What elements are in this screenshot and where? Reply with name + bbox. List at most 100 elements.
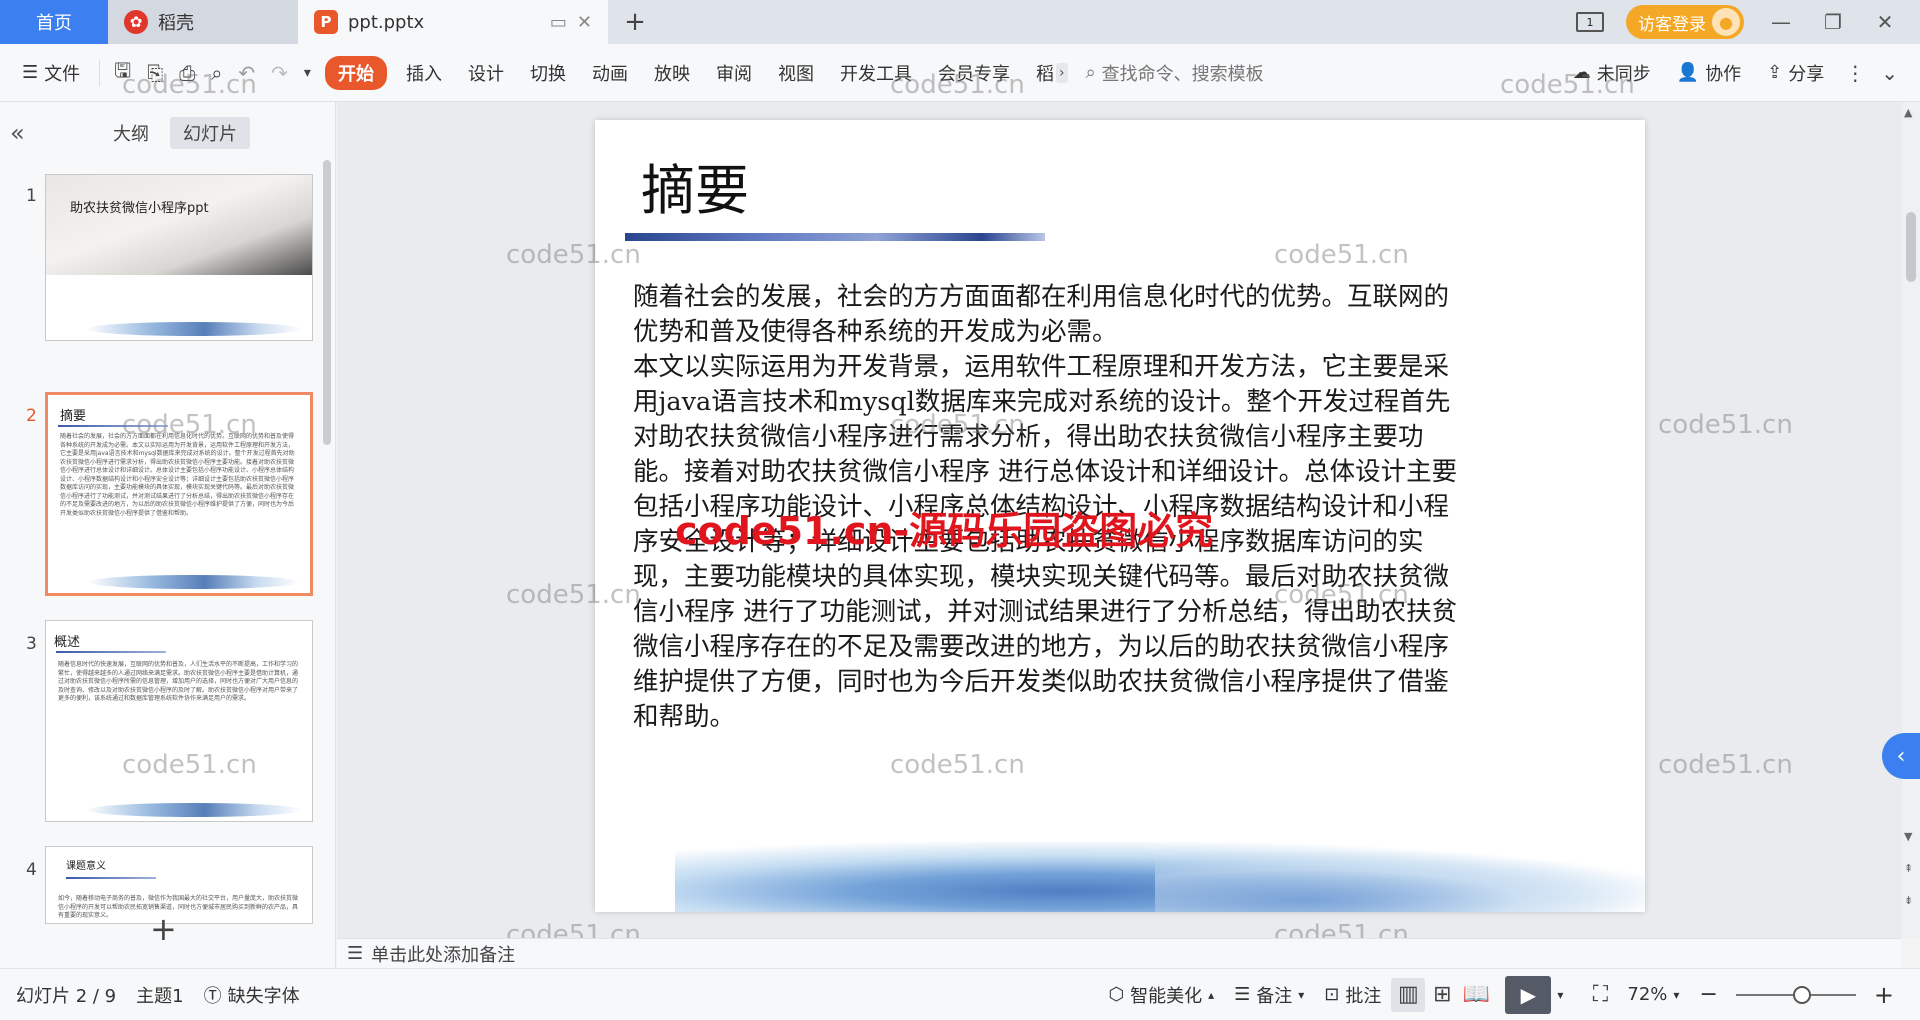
expand-side-panel-icon[interactable]: ‹ <box>1882 733 1920 779</box>
window-layout-icon[interactable]: 1 <box>1576 12 1604 32</box>
share-label: 分享 <box>1788 63 1825 85</box>
notes-toggle-label: 备注 <box>1256 985 1293 1007</box>
thumbnail-body-text: 随着信息时代的快速发展，互联网的优势和普及，人们生活水平的不断提高，工作和学习的… <box>58 661 299 702</box>
close-window-icon[interactable]: ✕ <box>1870 10 1900 34</box>
docer-icon: ✿ <box>124 10 148 34</box>
tab-docer-label: 稻壳 <box>158 13 194 34</box>
scrollbar-thumb[interactable] <box>1906 212 1916 282</box>
tab-docer[interactable]: ✿ 稻壳 <box>108 0 298 44</box>
minimize-icon[interactable]: — <box>1766 10 1796 34</box>
collaborate-button[interactable]: 👤 协作 <box>1664 60 1754 86</box>
more-options-icon[interactable]: ⋮ <box>1837 61 1873 85</box>
tab-developer[interactable]: 开发工具 <box>827 60 925 86</box>
collapse-ribbon-icon[interactable]: ⌄ <box>1873 61 1920 85</box>
search-placeholder: 查找命令、搜索模板 <box>1101 63 1264 85</box>
save-icon[interactable]: 🖫 <box>106 56 139 90</box>
slide-thumbnail-selected[interactable]: 摘要 随着社会的发展，社会的方方面面都在利用信息化时代的优势。互联网的优势和普及… <box>45 392 313 596</box>
tab-start[interactable]: 开始 <box>324 55 387 90</box>
slide-title[interactable]: 摘要 <box>641 146 749 225</box>
more-tabs-icon[interactable]: › <box>1055 62 1068 83</box>
float-window-icon[interactable]: ▭ <box>550 12 567 33</box>
collaborate-icon: 👤 <box>1676 62 1700 83</box>
font-warning-icon: Ⓣ <box>203 985 222 1007</box>
command-search-input[interactable]: ⌕ 查找命令、搜索模板 <box>1078 53 1408 93</box>
hamburger-icon: ☰ <box>22 62 39 83</box>
thumbnail-scrollbar[interactable] <box>323 160 331 445</box>
reading-view-icon[interactable]: 📖 <box>1459 978 1493 1012</box>
add-slide-button[interactable]: + <box>150 910 177 948</box>
fit-window-icon[interactable]: ⛶ <box>1583 978 1617 1012</box>
guest-login-label: 访客登录 <box>1638 14 1706 35</box>
export-icon[interactable]: ⎘ <box>139 61 171 85</box>
watercolor-decoration <box>88 575 300 589</box>
tab-slideshow[interactable]: 放映 <box>641 60 703 86</box>
slide-sorter-icon[interactable]: ⊞ <box>1425 978 1459 1012</box>
watercolor-decoration <box>86 803 302 817</box>
notes-toggle-button[interactable]: ☰ 备注 ▾ <box>1224 982 1314 1008</box>
tab-view[interactable]: 视图 <box>765 60 827 86</box>
beautify-icon: ⬡ <box>1108 984 1125 1005</box>
notes-icon: ☰ <box>1234 984 1251 1005</box>
quick-access-dropdown-icon[interactable]: ▾ <box>296 65 319 81</box>
scroll-down-icon[interactable]: ▼ <box>1904 830 1912 843</box>
guest-login-button[interactable]: 访客登录 ● <box>1626 5 1744 39</box>
slide-thumbnail[interactable]: 助农扶贫微信小程序ppt <box>45 174 313 341</box>
missing-font-label: 缺失字体 <box>227 985 300 1007</box>
tab-review[interactable]: 审阅 <box>703 60 765 86</box>
comments-button[interactable]: ⊡ 批注 <box>1314 982 1391 1008</box>
comment-icon: ⊡ <box>1324 984 1340 1005</box>
collapse-panel-icon[interactable]: « <box>10 119 50 147</box>
tab-ppt-file[interactable]: P ppt.pptx ▭ ✕ <box>298 0 608 44</box>
undo-icon[interactable]: ↶ <box>230 61 263 85</box>
tab-home[interactable]: 首页 <box>0 0 108 44</box>
tab-transition[interactable]: 切换 <box>517 60 579 86</box>
tab-member[interactable]: 会员专享 <box>925 60 1023 86</box>
editor-scrollbar[interactable]: ▲ ▼ ⇞ ⇟ <box>1902 102 1920 938</box>
slide-counter: 幻灯片 2 / 9 <box>16 985 117 1007</box>
caret-up-icon: ▴ <box>1208 987 1215 1002</box>
tab-ppt-file-label: ppt.pptx <box>348 11 425 33</box>
slide-thumbnail[interactable]: 概述 随着信息时代的快速发展，互联网的优势和普及，人们生活水平的不断提高，工作和… <box>45 620 313 822</box>
missing-font-button[interactable]: Ⓣ 缺失字体 <box>194 982 310 1008</box>
zoom-level[interactable]: 72% ▾ <box>1617 984 1689 1005</box>
smart-beautify-button[interactable]: ⬡ 智能美化 ▴ <box>1098 982 1224 1008</box>
normal-view-icon[interactable]: ▥ <box>1391 977 1426 1012</box>
restore-icon[interactable]: ❐ <box>1818 10 1848 34</box>
tab-docer-truncated[interactable]: 稻 <box>1023 60 1056 86</box>
close-tab-icon[interactable]: ✕ <box>577 12 592 33</box>
cloud-sync-icon: ☁ <box>1572 62 1591 83</box>
print-preview-icon[interactable]: ⌕ <box>203 61 230 85</box>
print-icon[interactable]: ⎙ <box>171 61 203 85</box>
tab-design[interactable]: 设计 <box>455 60 517 86</box>
share-button[interactable]: ⇪ 分享 <box>1754 60 1837 86</box>
scroll-up-icon[interactable]: ▲ <box>1904 106 1912 119</box>
status-bar: 幻灯片 2 / 9 主题1 Ⓣ 缺失字体 ⬡ 智能美化 ▴ ☰ 备注 ▾ ⊡ 批… <box>0 968 1920 1020</box>
new-tab-button[interactable]: + <box>608 0 662 44</box>
cover-photo <box>46 175 312 275</box>
zoom-in-icon[interactable]: + <box>1864 981 1904 1009</box>
tab-slides[interactable]: 幻灯片 <box>170 117 250 149</box>
notes-pane[interactable]: ☰ 单击此处添加备注 <box>337 938 1902 968</box>
sync-status-button[interactable]: ☁ 未同步 <box>1560 60 1664 86</box>
file-menu-label: 文件 <box>44 63 81 85</box>
divider <box>99 59 101 86</box>
slide-thumbnail[interactable]: 课题意义 如今，随着移动电子商务的普及，微信作为我国最大的社交平台，用户量庞大，… <box>45 846 313 924</box>
tab-insert[interactable]: 插入 <box>393 60 455 86</box>
comments-label: 批注 <box>1345 985 1382 1007</box>
tab-outline[interactable]: 大纲 <box>100 117 162 149</box>
play-slideshow-button[interactable]: ▶ <box>1505 975 1552 1014</box>
zoom-level-label: 72% <box>1627 984 1668 1005</box>
theme-name[interactable]: 主题1 <box>126 982 193 1008</box>
next-slide-icon[interactable]: ⇟ <box>1904 894 1913 907</box>
title-underline <box>625 233 1045 241</box>
zoom-out-icon[interactable]: − <box>1689 982 1727 1007</box>
copyright-watermark: code51.cn-源码乐园盗图必究 <box>675 509 1214 553</box>
slide-thumbnail-panel: « 大纲 幻灯片 1 助农扶贫微信小程序ppt 2 摘要 随着社会的发展，社会的… <box>0 102 336 968</box>
zoom-slider-knob[interactable] <box>1792 985 1811 1004</box>
redo-icon[interactable]: ↷ <box>263 61 296 85</box>
zoom-slider[interactable] <box>1735 985 1856 1004</box>
previous-slide-icon[interactable]: ⇞ <box>1904 862 1913 875</box>
file-menu[interactable]: ☰ 文件 <box>0 60 93 86</box>
play-options-icon[interactable]: ▾ <box>1551 988 1569 1002</box>
tab-animation[interactable]: 动画 <box>579 60 641 86</box>
